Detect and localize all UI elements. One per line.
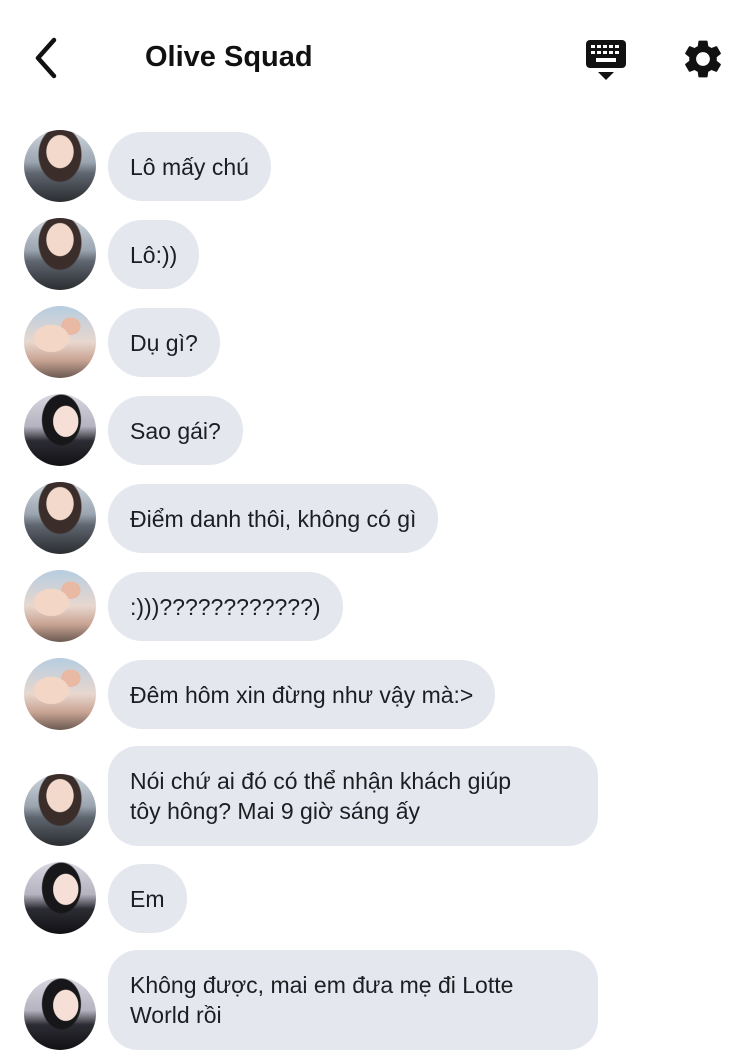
message-bubble[interactable]: Lô mấy chú [108, 132, 271, 201]
avatar[interactable] [24, 570, 96, 642]
message-bubble[interactable]: Không được, mai em đưa mẹ đi Lotte World… [108, 950, 598, 1050]
message-bubble[interactable]: :)))????????????) [108, 572, 343, 641]
message-bubble[interactable]: Đêm hôm xin đừng như vậy mà:> [108, 660, 496, 729]
message-bubble[interactable]: Lô:)) [108, 220, 200, 289]
message-list[interactable]: Lô mấy chú Lô:)) Dụ gì? Sao gái? Điểm da… [0, 0, 750, 1059]
avatar[interactable] [24, 482, 96, 554]
message-bubble[interactable]: Em [108, 864, 187, 933]
avatar[interactable] [24, 218, 96, 290]
message-bubble[interactable]: Điểm danh thôi, không có gì [108, 484, 439, 553]
avatar[interactable] [24, 658, 96, 730]
avatar[interactable] [24, 394, 96, 466]
message-bubble[interactable]: Sao gái? [108, 396, 243, 465]
avatar[interactable] [24, 862, 96, 934]
message-bubble[interactable]: Nói chứ ai đó có thể nhận khách giúp tôy… [108, 746, 598, 846]
avatar[interactable] [24, 774, 96, 846]
avatar[interactable] [24, 306, 96, 378]
avatar[interactable] [24, 130, 96, 202]
message-bubble[interactable]: Dụ gì? [108, 308, 220, 377]
avatar[interactable] [24, 978, 96, 1050]
